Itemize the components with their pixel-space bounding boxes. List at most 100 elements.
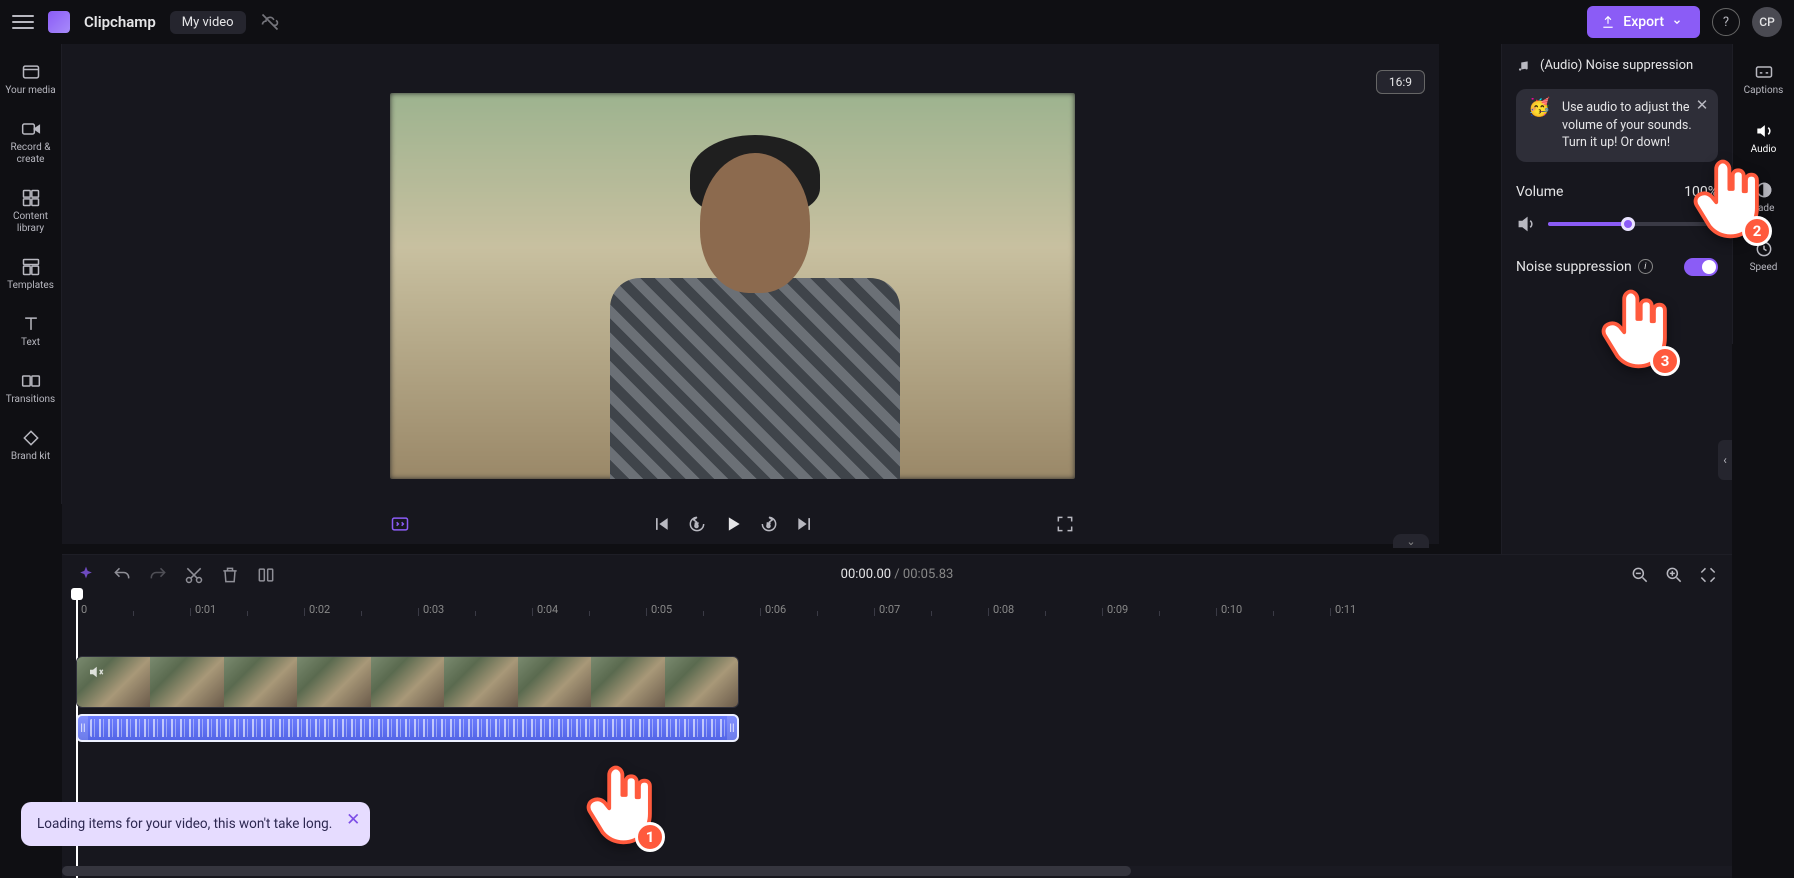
cut-icon[interactable] (184, 565, 204, 585)
svg-text:5: 5 (766, 521, 770, 529)
noise-suppression-row: Noise suppression i (1516, 258, 1718, 276)
video-title[interactable]: My video (170, 11, 246, 34)
left-rail: Your media Record & create Content libra… (0, 44, 62, 504)
timeline-bar: 00:00.00 / 00:05.83 (62, 554, 1732, 594)
video-clip[interactable] (76, 656, 739, 708)
redo-icon[interactable] (148, 565, 168, 585)
tick-label: 0:05 (651, 603, 672, 616)
sidebar-item-label: Brand kit (11, 451, 50, 463)
tick-label: 0:07 (879, 603, 900, 616)
tutorial-step-badge: 1 (635, 822, 665, 852)
tick-label: 0 (81, 603, 87, 616)
split-icon[interactable] (256, 565, 276, 585)
sidebar-item-label: Text (21, 337, 40, 349)
tutorial-step-badge: 2 (1742, 216, 1772, 246)
clip-handle-right[interactable]: || (727, 716, 737, 740)
tick-label: 0:08 (993, 603, 1014, 616)
svg-text:5: 5 (694, 521, 698, 529)
menu-button[interactable] (12, 11, 34, 33)
tutorial-pointer-2: 2 (1690, 156, 1760, 244)
sidebar-item-transitions[interactable]: Transitions (3, 363, 59, 414)
tutorial-pointer-3: 3 (1598, 286, 1668, 374)
app-title: Clipchamp (84, 13, 156, 31)
undo-icon[interactable] (112, 565, 132, 585)
timeline-scrollbar[interactable] (62, 866, 1732, 876)
sidebar-item-text[interactable]: Text (3, 306, 59, 357)
sidebar-item-content[interactable]: Content library (3, 180, 59, 243)
audio-clip[interactable]: || || (76, 714, 739, 742)
collapse-right-panel[interactable]: ‹ (1718, 440, 1732, 480)
speaker-icon[interactable] (1516, 214, 1536, 234)
volume-control (1516, 214, 1718, 234)
time-duration: 00:05.83 (903, 567, 953, 582)
panel-header: (Audio) Noise suppression (1516, 58, 1718, 73)
timeline-time: 00:00.00 / 00:05.83 (841, 567, 954, 582)
delete-icon[interactable] (220, 565, 240, 585)
toast: Loading items for your video, this won't… (21, 802, 370, 846)
time-current: 00:00.00 (841, 567, 891, 582)
waveform (90, 719, 725, 737)
right-rail-label: Audio (1751, 144, 1777, 156)
forward-5-icon[interactable]: 5 (759, 514, 779, 534)
sidebar-item-label: Record & create (3, 142, 59, 166)
zoom-out-icon[interactable] (1630, 565, 1650, 585)
sidebar-item-media[interactable]: Your media (3, 54, 59, 105)
export-button[interactable]: Export (1587, 6, 1700, 38)
info-icon[interactable]: i (1638, 259, 1653, 274)
right-rail-captions[interactable]: Captions (1736, 54, 1792, 105)
sidebar-item-label: Transitions (6, 394, 55, 406)
sidebar-item-templates[interactable]: Templates (3, 249, 59, 300)
tutorial-pointer-1: 1 (583, 762, 653, 850)
tick-label: 0:11 (1335, 603, 1356, 616)
video-preview[interactable] (390, 93, 1075, 479)
aspect-ratio-button[interactable]: 16:9 (1376, 70, 1425, 94)
export-label: Export (1623, 14, 1664, 30)
tick-label: 0:10 (1221, 603, 1242, 616)
sidebar-item-label: Your media (5, 85, 55, 97)
party-emoji-icon: 🥳 (1528, 99, 1552, 152)
noise-suppression-toggle[interactable] (1684, 258, 1718, 276)
sidebar-item-record[interactable]: Record & create (3, 111, 59, 174)
collapse-preview[interactable]: ⌄ (1393, 534, 1429, 548)
help-button[interactable]: ? (1712, 8, 1740, 36)
zoom-fit-icon[interactable] (1698, 565, 1718, 585)
rewind-5-icon[interactable]: 5 (687, 514, 707, 534)
sidebar-item-label: Content library (3, 211, 59, 235)
zoom-in-icon[interactable] (1664, 565, 1684, 585)
stage: 16:9 5 5 ⌄ (62, 44, 1439, 544)
cloud-off-icon (260, 12, 280, 32)
volume-row-label: Volume 100% (1516, 184, 1718, 200)
tick-label: 0:01 (195, 603, 216, 616)
player-controls: 5 5 (390, 514, 1075, 534)
tutorial-step-badge: 3 (1650, 346, 1680, 376)
magic-icon[interactable] (76, 565, 96, 585)
fullscreen-icon[interactable] (1055, 514, 1075, 534)
sidebar-item-label: Templates (7, 280, 54, 292)
header-right: Export ? CP (1587, 6, 1782, 38)
toast-text: Loading items for your video, this won't… (37, 816, 332, 832)
clip-handle-left[interactable]: || (78, 716, 88, 740)
skip-forward-icon[interactable] (795, 514, 815, 534)
panel-header-label: (Audio) Noise suppression (1540, 58, 1693, 73)
tick-label: 0:03 (423, 603, 444, 616)
tick-label: 0:02 (309, 603, 330, 616)
ruler[interactable]: 0 0:01 0:02 0:03 0:04 0:05 0:06 0:07 0:08 0:09 0:1… (62, 594, 1732, 616)
skip-back-icon[interactable] (651, 514, 671, 534)
sidebar-item-brand[interactable]: Brand kit (3, 420, 59, 471)
right-rail-label: Speed (1750, 262, 1778, 274)
app-icon (48, 11, 70, 33)
tick-label: 0:04 (537, 603, 558, 616)
right-rail-label: Captions (1744, 85, 1784, 97)
close-icon[interactable]: ✕ (346, 812, 360, 829)
volume-label: Volume (1516, 184, 1563, 200)
avatar[interactable]: CP (1752, 7, 1782, 37)
tick-label: 0:06 (765, 603, 786, 616)
noise-label: Noise suppression (1516, 259, 1632, 275)
tip-text: Use audio to adjust the volume of your s… (1562, 99, 1706, 152)
mute-icon[interactable] (87, 663, 105, 681)
play-button[interactable] (723, 514, 743, 534)
enhance-icon[interactable] (390, 514, 410, 534)
tick-label: 0:09 (1107, 603, 1128, 616)
close-icon[interactable]: ✕ (1694, 97, 1710, 113)
tip-card: 🥳 Use audio to adjust the volume of your… (1516, 89, 1718, 162)
